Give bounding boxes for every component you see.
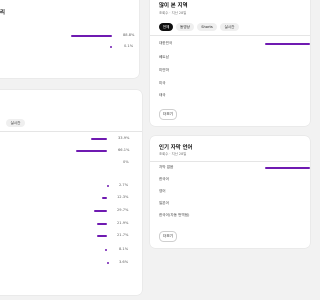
table-row: 21.7% xyxy=(0,232,142,240)
card-title: 많이 본 지역 xyxy=(159,3,188,9)
bar-dot xyxy=(107,185,109,187)
percent-value: 3.6% xyxy=(119,260,129,264)
table-row: 3.6% xyxy=(0,259,142,267)
bar-dot xyxy=(110,46,112,48)
table-row: 자막 없음 xyxy=(150,164,310,172)
language-label: 영어 xyxy=(159,189,166,193)
table-row: 0.1% xyxy=(0,43,139,51)
table-row: 베트남 xyxy=(150,54,310,62)
tab-live[interactable]: 실시간 xyxy=(6,119,25,127)
percent-value: 21.7% xyxy=(117,233,129,237)
region-label: 베트남 xyxy=(159,55,169,59)
top-subtitle-languages-card: 인기 자막 언어 조회수 · 지난 28일 자막 없음 한국어 영어 일본어 한… xyxy=(150,136,310,248)
divider xyxy=(150,161,310,162)
card-title: 리 xyxy=(0,10,5,16)
tab-live[interactable]: 실시간 xyxy=(220,23,239,31)
tab-shorts[interactable]: Shorts xyxy=(197,23,217,31)
table-row: 태국 xyxy=(150,92,310,100)
percent-value: 33.9% xyxy=(118,136,130,140)
table-row: 한국어(자동 번역됨) xyxy=(150,212,310,220)
bar xyxy=(76,150,107,152)
language-label: 일본어 xyxy=(159,201,169,205)
language-label: 한국어 xyxy=(159,177,169,181)
see-more-button[interactable]: 더보기 xyxy=(159,109,177,120)
bar xyxy=(265,167,310,169)
region-label: 대한민국 xyxy=(159,41,173,45)
bar xyxy=(71,35,112,37)
language-label: 자막 없음 xyxy=(159,165,174,169)
percent-value: 29.7% xyxy=(117,208,129,212)
table-row: 12.3% xyxy=(0,194,142,202)
percent-value: 21.9% xyxy=(117,221,129,225)
percent-value: 12.3% xyxy=(117,195,129,199)
table-row: 미얀마 xyxy=(150,67,310,75)
bar xyxy=(102,197,107,199)
card-title: 인기 자막 언어 xyxy=(159,145,193,151)
percent-value: 8.1% xyxy=(119,247,129,251)
percent-value: 0% xyxy=(123,160,129,164)
percent-value: 0.1% xyxy=(124,44,134,48)
bar xyxy=(91,138,107,140)
table-row: 8.1% xyxy=(0,246,142,254)
table-row: 일본어 xyxy=(150,200,310,208)
bar xyxy=(97,223,107,225)
table-row: 대한민국 xyxy=(150,40,310,48)
table-row: 88.8% xyxy=(0,32,139,40)
table-row: 21.9% xyxy=(0,220,142,228)
card-subtitle: 조회수 · 지난 28일 xyxy=(159,152,187,156)
divider xyxy=(150,35,310,36)
percent-value: 2.7% xyxy=(119,183,129,187)
table-row: 66.1% xyxy=(0,147,142,155)
bar-dot xyxy=(105,249,107,251)
table-row: 영어 xyxy=(150,188,310,196)
top-regions-card: 많이 본 지역 조회수 · 지난 28일 전체 동영상 Shorts 실시간 대… xyxy=(150,0,310,126)
bar-dot xyxy=(107,262,109,264)
bar xyxy=(94,210,107,212)
table-row: 2.7% xyxy=(0,182,142,190)
mid-left-card: 실시간 33.9% 66.1% 0% 2.7% 12.3% 29.7% 21.9… xyxy=(0,90,142,295)
region-label: 태국 xyxy=(159,93,166,97)
table-row: 0% xyxy=(0,159,142,167)
table-row: 33.9% xyxy=(0,135,142,143)
language-label: 한국어(자동 번역됨) xyxy=(159,213,190,217)
tab-videos[interactable]: 동영상 xyxy=(176,23,194,31)
divider xyxy=(0,131,142,132)
percent-value: 66.1% xyxy=(118,148,130,152)
table-row: 미국 xyxy=(150,80,310,88)
bar xyxy=(265,43,310,45)
tab-all[interactable]: 전체 xyxy=(159,23,173,31)
top-left-card: 리 88.8% 0.1% xyxy=(0,0,139,78)
card-subtitle: 조회수 · 지난 28일 xyxy=(159,11,187,15)
bar xyxy=(97,235,107,237)
percent-value: 88.8% xyxy=(123,33,135,37)
region-label: 미얀마 xyxy=(159,68,169,72)
see-more-button[interactable]: 더보기 xyxy=(159,231,177,242)
table-row: 29.7% xyxy=(0,207,142,215)
region-label: 미국 xyxy=(159,81,166,85)
table-row: 한국어 xyxy=(150,176,310,184)
